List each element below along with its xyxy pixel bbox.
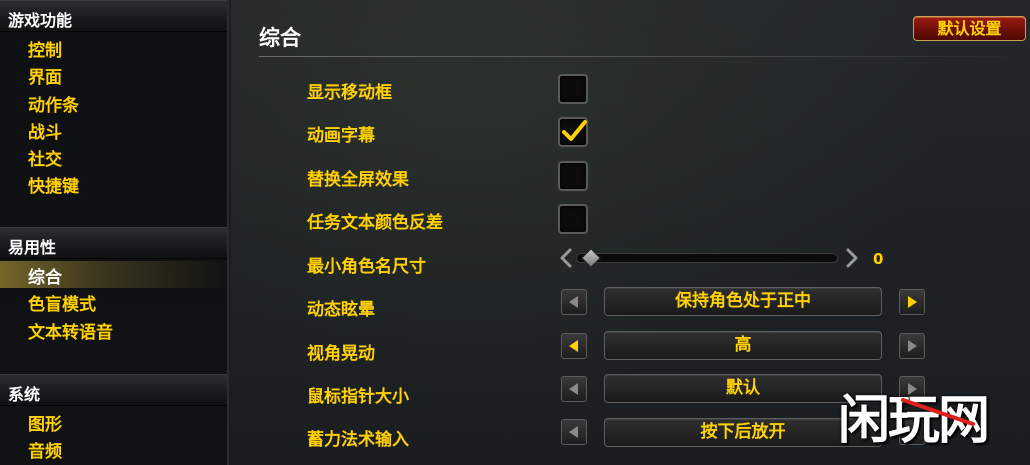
slider-decrease-arrow-icon[interactable] (559, 248, 573, 268)
slider-thumb[interactable] (581, 248, 601, 268)
checkbox-animated-subtitles[interactable] (558, 117, 588, 147)
sidebar-header-system: 系统 (0, 374, 227, 406)
sidebar-item-colorblind-mode[interactable]: 色盲模式 (0, 288, 227, 315)
arrow-left-icon (569, 383, 578, 395)
option-label-replace-fullscreen-effects: 替换全屏效果 (307, 170, 409, 190)
watermark-slash-icon (901, 398, 975, 426)
sidebar-item-text-to-speech[interactable]: 文本转语音 (0, 316, 227, 343)
motion-sickness-prev-button[interactable] (561, 289, 587, 315)
sidebar-item-general[interactable]: 综合 (0, 261, 227, 288)
checkbox-show-move-pad[interactable] (558, 74, 588, 104)
sidebar-header-accessibility: 易用性 (0, 227, 227, 259)
camera-shake-next-button[interactable] (899, 333, 925, 359)
arrow-right-icon (908, 296, 917, 308)
sidebar-header-game-features: 游戏功能 (0, 0, 227, 32)
sidebar-item-social[interactable]: 社交 (0, 143, 227, 170)
slider-increase-arrow-icon[interactable] (845, 248, 859, 268)
default-settings-button[interactable]: 默认设置 (913, 16, 1026, 41)
option-label-cursor-size: 鼠标指针大小 (307, 387, 409, 407)
page-title: 综合 (259, 26, 301, 50)
sidebar-item-combat[interactable]: 战斗 (0, 116, 227, 143)
option-label-motion-sickness: 动态眩晕 (307, 300, 375, 320)
site-watermark-logo: 闲玩网 (828, 372, 1028, 462)
motion-sickness-next-button[interactable] (899, 289, 925, 315)
arrow-left-icon (569, 426, 578, 438)
option-label-min-character-name-size: 最小角色名尺寸 (307, 257, 426, 277)
arrow-left-icon (569, 296, 578, 308)
sidebar-item-audio[interactable]: 音频 (0, 435, 227, 462)
option-label-animated-subtitles: 动画字幕 (307, 126, 375, 146)
arrow-left-icon (569, 340, 578, 352)
empowered-spell-input-prev-button[interactable] (561, 419, 587, 445)
checkbox-replace-fullscreen-effects[interactable] (558, 161, 588, 191)
sidebar-item-keybindings[interactable]: 快捷键 (0, 170, 227, 197)
option-label-show-move-pad: 显示移动框 (307, 83, 392, 103)
sidebar-item-graphics[interactable]: 图形 (0, 408, 227, 435)
min-character-name-size-slider[interactable] (576, 253, 838, 263)
motion-sickness-dropdown[interactable]: 保持角色处于正中 (604, 287, 882, 316)
sidebar: 游戏功能 控制 界面 动作条 战斗 社交 快捷键 易用性 综合 色盲模式 文本转… (0, 0, 229, 465)
sidebar-item-controls[interactable]: 控制 (0, 34, 227, 61)
option-label-quest-text-contrast: 任务文本颜色反差 (307, 213, 443, 233)
checkbox-quest-text-contrast[interactable] (558, 204, 588, 234)
sidebar-item-interface[interactable]: 界面 (0, 61, 227, 88)
camera-shake-dropdown[interactable]: 高 (604, 331, 882, 360)
cursor-size-prev-button[interactable] (561, 376, 587, 402)
checkmark-icon (562, 120, 587, 141)
slider-value: 0 (873, 250, 884, 268)
option-label-camera-shake: 视角晃动 (307, 344, 375, 364)
title-divider (259, 56, 1029, 57)
sidebar-item-action-bars[interactable]: 动作条 (0, 89, 227, 116)
camera-shake-prev-button[interactable] (561, 333, 587, 359)
option-label-empowered-spell-input: 蓄力法术输入 (307, 430, 409, 450)
arrow-right-icon (908, 340, 917, 352)
